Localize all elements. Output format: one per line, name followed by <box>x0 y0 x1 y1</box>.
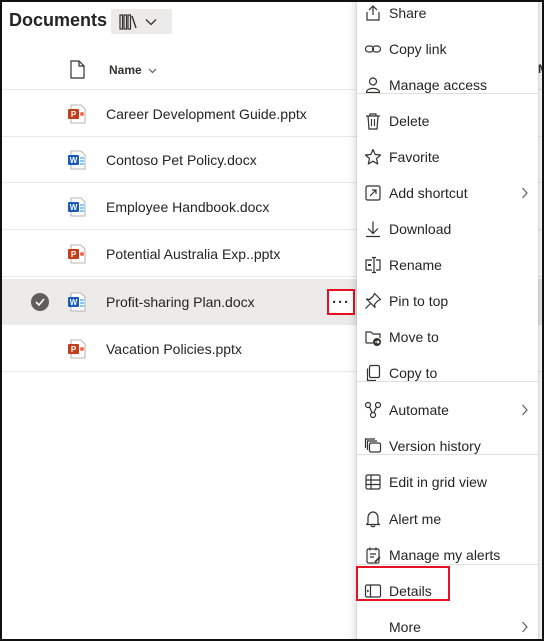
name-column-label: Name <box>109 63 142 77</box>
grid-icon <box>363 472 383 492</box>
menu-divider <box>357 454 538 455</box>
menu-item-rename[interactable]: Rename <box>357 247 538 283</box>
menu-item-edit-in-grid-view[interactable]: Edit in grid view <box>357 464 538 500</box>
menu-item-label: Manage my alerts <box>389 547 501 563</box>
copy-icon <box>363 363 383 383</box>
rename-icon <box>363 255 383 275</box>
menu-item-details[interactable]: Details <box>357 573 538 609</box>
svg-text:W: W <box>70 156 78 165</box>
details-icon <box>363 581 383 601</box>
file-name-link[interactable]: Employee Handbook.docx <box>106 199 269 215</box>
file-name-link[interactable]: Contoso Pet Policy.docx <box>106 152 257 168</box>
manage-alerts-icon <box>363 545 383 565</box>
menu-item-pin-to-top[interactable]: Pin to top <box>357 283 538 319</box>
menu-item-more[interactable]: More <box>357 609 538 639</box>
menu-item-add-shortcut[interactable]: Add shortcut <box>357 175 538 211</box>
svg-text:W: W <box>70 298 78 307</box>
svg-text:P: P <box>71 250 77 259</box>
menu-item-label: Pin to top <box>389 293 449 309</box>
svg-text:P: P <box>71 110 77 119</box>
view-switcher-button[interactable] <box>111 9 172 34</box>
page-title: Documents <box>9 10 108 30</box>
word-file-icon: W <box>68 150 86 170</box>
download-icon <box>363 219 383 239</box>
file-name-link[interactable]: Career Development Guide.pptx <box>106 106 307 122</box>
menu-divider <box>357 93 538 94</box>
checkmark-icon[interactable] <box>31 293 49 311</box>
menu-item-move-to[interactable]: Move to <box>357 319 538 355</box>
powerpoint-file-icon: P <box>68 339 86 359</box>
documents-library: Documents Name M P <box>0 0 544 641</box>
menu-item-favorite[interactable]: Favorite <box>357 139 538 175</box>
svg-text:P: P <box>71 345 77 354</box>
pin-icon <box>363 291 383 311</box>
menu-item-alert-me[interactable]: Alert me <box>357 501 538 537</box>
library-icon <box>119 13 137 30</box>
menu-item-manage-my-alerts[interactable]: Manage my alerts <box>357 537 538 573</box>
menu-item-share[interactable]: Share <box>357 2 538 31</box>
menu-item-copy-link[interactable]: Copy link <box>357 31 538 67</box>
shortcut-icon <box>363 183 383 203</box>
chevron-right-icon <box>521 186 528 204</box>
menu-item-label: Move to <box>389 329 439 345</box>
menu-item-label: Favorite <box>389 149 440 165</box>
menu-item-copy-to[interactable]: Copy to <box>357 355 538 391</box>
file-name-link[interactable]: Vacation Policies.pptx <box>106 341 242 357</box>
word-file-icon: W <box>68 197 86 217</box>
menu-item-label: Manage access <box>389 77 488 93</box>
bell-icon <box>363 509 383 529</box>
name-column-header[interactable]: Name <box>109 63 157 77</box>
link-icon <box>363 39 383 59</box>
svg-text:W: W <box>70 203 78 212</box>
menu-item-label: Copy to <box>389 365 438 381</box>
menu-item-label: Automate <box>389 402 449 418</box>
star-icon <box>363 147 383 167</box>
menu-divider <box>357 564 538 565</box>
menu-divider <box>357 381 538 382</box>
chevron-right-icon <box>521 403 528 421</box>
context-menu: Share Copy link Manage access Delete Favorit… <box>357 2 538 639</box>
menu-item-download[interactable]: Download <box>357 211 538 247</box>
menu-item-label: Delete <box>389 113 430 129</box>
share-icon <box>363 3 383 23</box>
file-name-link[interactable]: Potential Australia Exp..pptx <box>106 246 280 262</box>
trash-icon <box>363 111 383 131</box>
more-actions-button[interactable]: ··· <box>327 289 355 315</box>
menu-item-label: Share <box>389 5 427 21</box>
menu-item-automate[interactable]: Automate <box>357 392 538 428</box>
menu-item-label: Edit in grid view <box>389 474 488 490</box>
menu-item-label: Rename <box>389 257 442 273</box>
menu-item-label: Details <box>389 583 432 599</box>
menu-item-delete[interactable]: Delete <box>357 103 538 139</box>
automate-icon <box>363 400 383 420</box>
menu-item-version-history[interactable]: Version history <box>357 428 538 464</box>
menu-item-label: Copy link <box>389 41 447 57</box>
menu-item-label: Add shortcut <box>389 185 468 201</box>
menu-item-label: More <box>389 619 421 635</box>
word-file-icon: W <box>68 292 86 312</box>
file-name-link[interactable]: Profit-sharing Plan.docx <box>106 294 255 310</box>
modified-column-header[interactable]: M <box>538 62 542 76</box>
move-icon <box>363 327 383 347</box>
powerpoint-file-icon: P <box>68 244 86 264</box>
chevron-down-icon <box>148 63 157 77</box>
version-history-icon <box>363 436 383 456</box>
chevron-down-icon <box>145 18 157 26</box>
menu-item-manage-access[interactable]: Manage access <box>357 67 538 103</box>
menu-item-label: Download <box>389 221 452 237</box>
powerpoint-file-icon: P <box>68 104 86 124</box>
menu-item-label: Alert me <box>389 511 442 527</box>
document-icon[interactable] <box>69 60 85 84</box>
menu-item-label: Version history <box>389 438 481 454</box>
person-icon <box>363 75 383 95</box>
chevron-right-icon <box>521 620 528 638</box>
